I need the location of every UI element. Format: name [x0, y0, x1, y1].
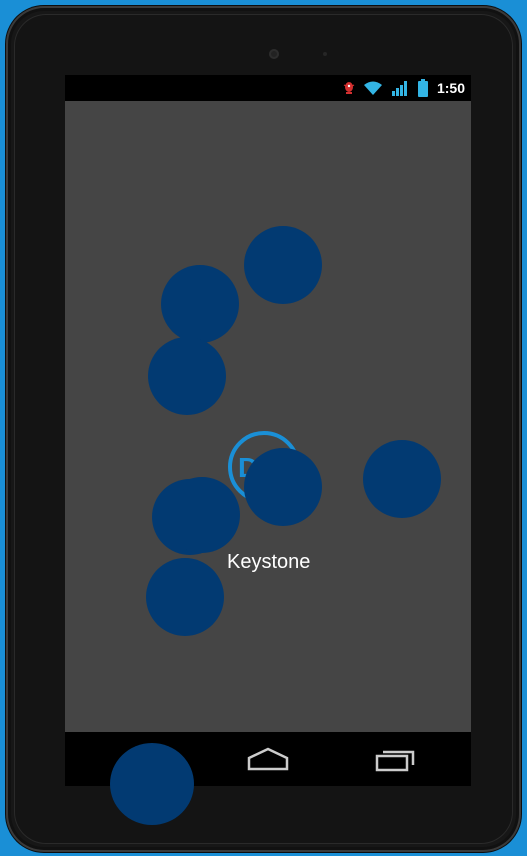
- touch-indicator: [244, 448, 322, 526]
- debug-bug-icon: [343, 80, 355, 96]
- touch-indicator: [146, 558, 224, 636]
- touch-indicator: [244, 226, 322, 304]
- status-bar: 1:50: [65, 75, 471, 101]
- touch-indicator: [161, 265, 239, 343]
- light-sensor: [323, 52, 327, 56]
- battery-icon: [417, 79, 429, 97]
- touch-indicator: [148, 337, 226, 415]
- app-launch-screen[interactable]: D Keystone: [65, 101, 471, 732]
- status-clock: 1:50: [436, 80, 465, 96]
- wifi-icon: [363, 80, 383, 96]
- home-icon: [247, 747, 289, 771]
- device-screen: 1:50 D Keystone: [65, 75, 471, 786]
- recents-button[interactable]: [365, 744, 425, 774]
- touch-indicator: [363, 440, 441, 518]
- front-camera: [269, 49, 279, 59]
- touch-indicator: [110, 743, 194, 825]
- home-button[interactable]: [238, 744, 298, 774]
- app-label: Keystone: [227, 551, 311, 573]
- touch-indicator: [164, 477, 240, 553]
- status-icons: 1:50: [343, 79, 465, 97]
- signal-icon: [391, 80, 409, 96]
- recent-apps-icon: [375, 750, 415, 772]
